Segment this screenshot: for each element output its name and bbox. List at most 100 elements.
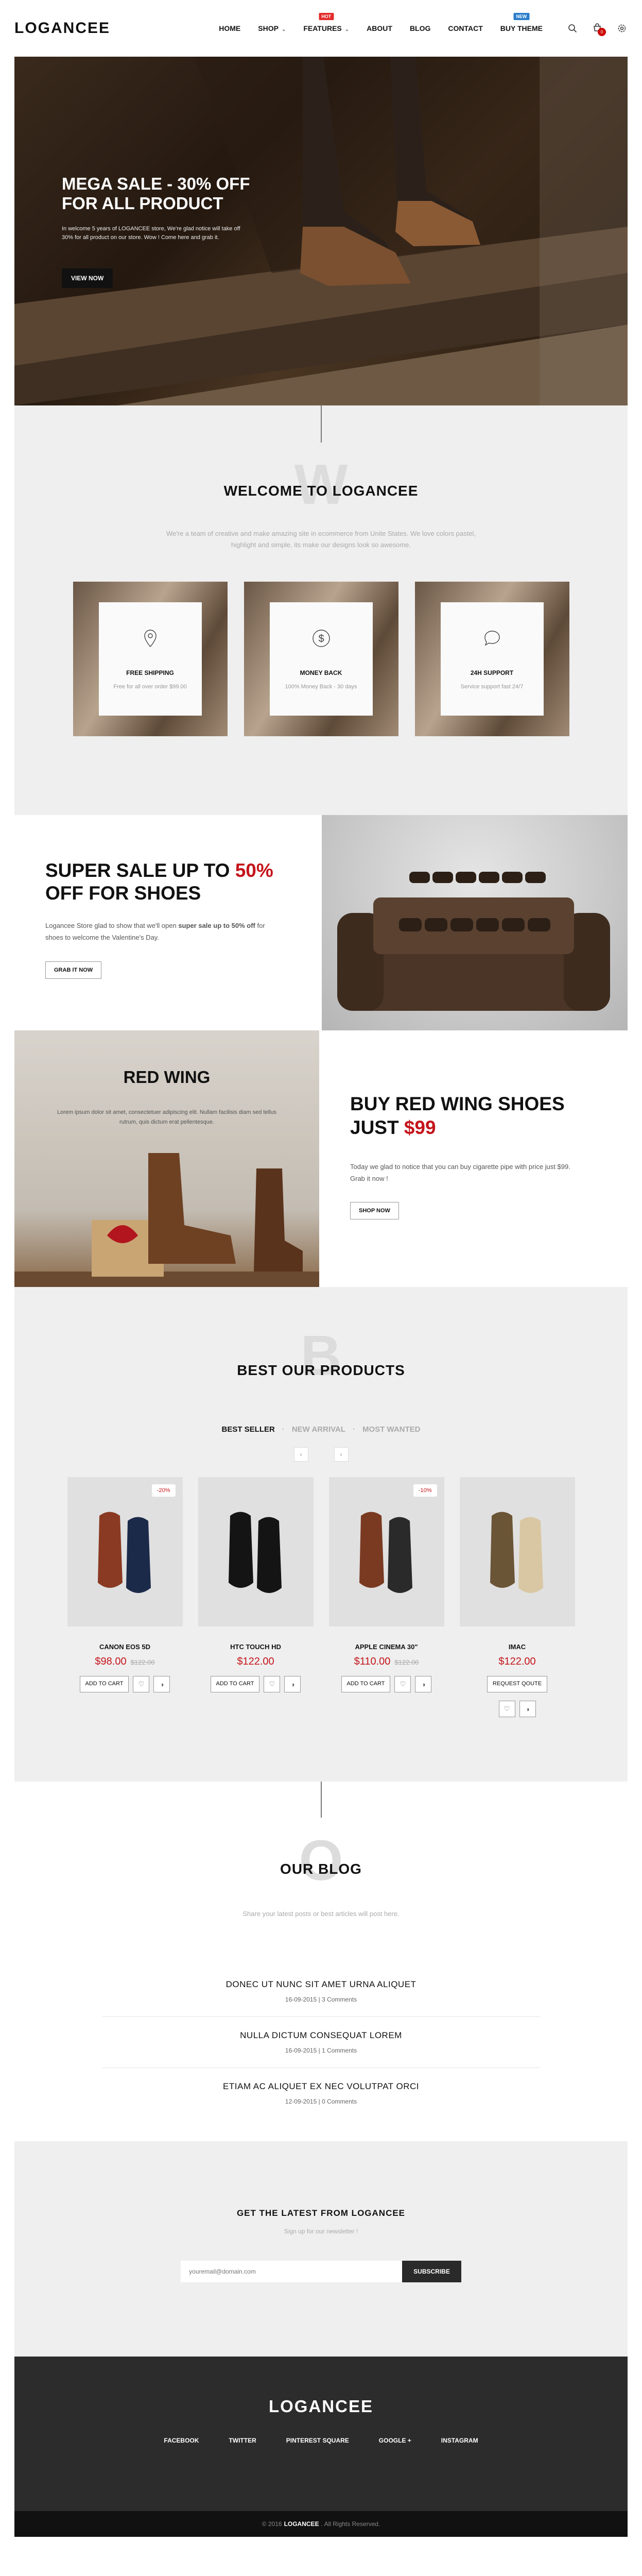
add-to-cart-button[interactable]: ADD TO CART	[341, 1676, 391, 1692]
footer-logo[interactable]: LOGANCEE	[14, 2357, 628, 2416]
super-sale-section: SUPER SALE UP TO 50% OFF FOR SHOES Loganc…	[14, 815, 628, 1030]
compare-icon[interactable]: ◑	[519, 1701, 536, 1717]
post-date: 12-09-2015	[285, 2098, 317, 2106]
price-current: $122.00	[237, 1656, 274, 1667]
sofa-shoes-image	[322, 815, 628, 1030]
heart-icon[interactable]: ♡	[264, 1676, 281, 1692]
nav-label: ABOUT	[367, 24, 392, 32]
hero-title-line: MEGA SALE - 30% OFF	[62, 174, 250, 193]
blog-post: NULLA DICTUM CONSEQUAT LOREM 16-09-2015 …	[102, 2017, 540, 2069]
google-plus-link[interactable]: GOOGLE +	[379, 2437, 411, 2444]
facebook-link[interactable]: FACEBOOK	[164, 2437, 199, 2444]
feature-list: FREE SHIPPING Free for all over order $9…	[14, 582, 628, 737]
price-current: $122.00	[498, 1656, 536, 1667]
product-image[interactable]	[459, 1477, 575, 1626]
product-card: HTC TOUCH HD $122.00 ADD TO CART ♡ ◑	[198, 1477, 314, 1717]
red-wing-image: RED WING Lorem ipsum dolor sit amet, con…	[14, 1030, 319, 1287]
copyright-brand[interactable]: LOGANCEE	[284, 2520, 319, 2528]
product-image[interactable]: -20%	[67, 1477, 183, 1626]
post-meta: 12-09-2015 | 0 Comments	[285, 2098, 357, 2106]
instagram-link[interactable]: INSTAGRAM	[441, 2437, 478, 2444]
email-field[interactable]	[181, 2261, 403, 2282]
red-wing-title-text: JUST	[350, 1117, 404, 1139]
tab-most-wanted[interactable]: MOST WANTED	[362, 1425, 421, 1434]
pinterest-link[interactable]: PINTEREST SQUARE	[286, 2437, 349, 2444]
product-name[interactable]: CANON EOS 5D	[67, 1643, 183, 1651]
product-grid: -20% CANON EOS 5D $98.00 $122.00 ADD TO C…	[14, 1477, 628, 1717]
sale-title-text: SUPER SALE UP TO	[45, 860, 235, 881]
hero-title: MEGA SALE - 30% OFF FOR ALL PRODUCT	[62, 174, 257, 213]
price-old: $122.00	[394, 1658, 419, 1666]
sale-desc-text: Logancee Store glad to show that we'll o…	[45, 921, 179, 929]
nav-item-features[interactable]: HOT FEATURES ⌄	[294, 13, 358, 32]
nav-item-home[interactable]: HOME	[210, 24, 249, 32]
request-quote-button[interactable]: REQUEST QOUTE	[487, 1676, 548, 1692]
chevron-left-icon[interactable]: ‹	[293, 1447, 308, 1462]
nav-item-shop[interactable]: SHOP ⌄	[249, 24, 294, 32]
grab-it-now-button[interactable]: GRAB IT NOW	[45, 961, 102, 979]
product-name[interactable]: APPLE CINEMA 30"	[329, 1643, 444, 1651]
search-icon[interactable]	[567, 23, 578, 34]
nav-label: SHOP	[258, 24, 279, 32]
welcome-desc: We're a team of creative and make amazin…	[166, 530, 476, 549]
tab-new-arrival[interactable]: NEW ARRIVAL	[292, 1425, 345, 1434]
logo[interactable]: LOGANCEE	[14, 20, 110, 37]
shoe-pair-image	[97, 1512, 151, 1593]
nav-item-blog[interactable]: BLOG	[401, 24, 439, 32]
new-badge: NEW	[513, 13, 530, 20]
compare-icon[interactable]: ◑	[153, 1676, 170, 1692]
feature-title: FREE SHIPPING	[126, 669, 174, 677]
nav-item-buy-theme[interactable]: NEW BUY THEME	[492, 13, 551, 32]
price-current: $98.00	[95, 1656, 127, 1667]
cart-count-badge: 0	[598, 28, 606, 36]
product-name[interactable]: IMAC	[460, 1643, 575, 1651]
red-wing-section: RED WING Lorem ipsum dolor sit amet, con…	[14, 1030, 628, 1287]
compare-icon[interactable]: ◑	[415, 1676, 432, 1692]
post-title[interactable]: NULLA DICTUM CONSEQUAT LOREM	[102, 2030, 540, 2041]
nav-label: FEATURES	[303, 24, 342, 32]
twitter-link[interactable]: TWITTER	[229, 2437, 256, 2444]
shoe-pair-image	[490, 1512, 543, 1593]
product-name[interactable]: HTC TOUCH HD	[198, 1643, 314, 1651]
feature-card: 24H SUPPORT Service support fast 24/7	[414, 582, 569, 737]
view-now-button[interactable]: VIEW NOW	[62, 268, 113, 289]
chat-icon	[484, 631, 500, 646]
subscribe-button[interactable]: SUBSCRIBE	[402, 2261, 461, 2282]
newsletter-title: GET THE LATEST FROM LOGANCEE	[236, 2208, 406, 2218]
product-image[interactable]	[198, 1477, 314, 1626]
cart-icon[interactable]: 0	[592, 23, 606, 36]
blog-post: ETIAM AC ALIQUET EX NEC VOLUTPAT ORCI 12…	[102, 2068, 540, 2119]
products-title: BEST OUR PRODUCTS	[237, 1362, 405, 1378]
product-actions: ADD TO CART ♡ ◑	[67, 1676, 183, 1692]
add-to-cart-button[interactable]: ADD TO CART	[210, 1676, 260, 1692]
hero-banner: MEGA SALE - 30% OFF FOR ALL PRODUCT In we…	[14, 57, 628, 405]
heart-icon[interactable]: ♡	[133, 1676, 150, 1692]
nav-item-contact[interactable]: CONTACT	[439, 24, 491, 32]
gear-icon[interactable]	[616, 23, 628, 34]
chevron-right-icon[interactable]: ›	[334, 1447, 349, 1462]
heart-icon[interactable]: ♡	[498, 1701, 515, 1717]
post-comments[interactable]: 1 Comments	[322, 2047, 357, 2054]
copyright-text: . All Rights Reserved.	[321, 2520, 380, 2528]
blog-post: DONEC UT NUNC SIT AMET URNA ALIQUET 16-0…	[102, 1966, 540, 2018]
nav-item-about[interactable]: ABOUT	[358, 24, 401, 32]
shop-now-button[interactable]: SHOP NOW	[350, 1202, 399, 1220]
add-to-cart-button[interactable]: ADD TO CART	[79, 1676, 129, 1692]
svg-text:$: $	[318, 633, 324, 645]
post-title[interactable]: DONEC UT NUNC SIT AMET URNA ALIQUET	[102, 1979, 540, 1990]
post-title[interactable]: ETIAM AC ALIQUET EX NEC VOLUTPAT ORCI	[102, 2081, 540, 2092]
social-links: FACEBOOK TWITTER PINTEREST SQUARE GOOGLE…	[14, 2437, 628, 2444]
sofa-illustration	[337, 872, 610, 1011]
blog-title: OUR BLOG	[280, 1861, 362, 1877]
product-image[interactable]: -10%	[328, 1477, 444, 1626]
product-actions: ADD TO CART ♡ ◑	[198, 1676, 314, 1692]
price-current: $110.00	[354, 1656, 391, 1667]
newsletter-section: GET THE LATEST FROM LOGANCEE Sign up for…	[14, 2141, 628, 2357]
post-comments[interactable]: 0 Comments	[322, 2098, 357, 2105]
heart-icon[interactable]: ♡	[394, 1676, 411, 1692]
compare-icon[interactable]: ◑	[284, 1676, 301, 1692]
feature-card-inner: FREE SHIPPING Free for all over order $9…	[98, 602, 202, 716]
post-comments[interactable]: 3 Comments	[322, 1996, 357, 2003]
tab-best-seller[interactable]: BEST SELLER	[221, 1425, 274, 1434]
red-wing-title: BUY RED WING SHOES JUST $99	[350, 1092, 597, 1140]
